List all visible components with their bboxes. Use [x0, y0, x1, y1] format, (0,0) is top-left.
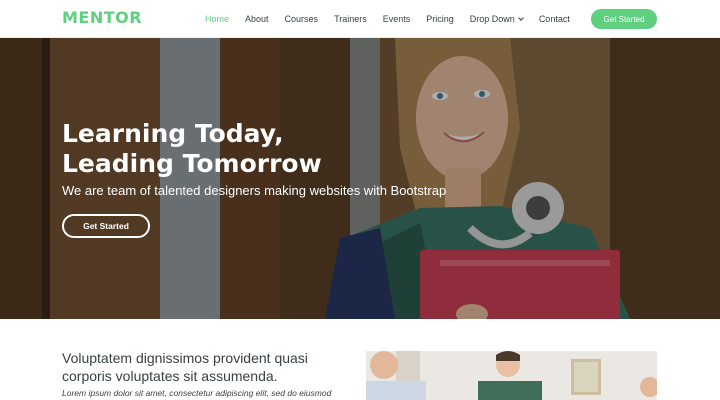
hero-section: Learning Today, Leading Tomorrow We are … — [0, 38, 720, 319]
hero-title-line-2: Leading Tomorrow — [62, 149, 322, 178]
nav-item-trainers[interactable]: Trainers — [334, 14, 367, 24]
nav-item-events[interactable]: Events — [383, 14, 411, 24]
about-image — [366, 351, 657, 400]
about-heading: Voluptatem dignissimos provident quasi c… — [62, 350, 308, 384]
nav-item-dropdown-label: Drop Down — [469, 14, 515, 24]
nav-item-courses[interactable]: Courses — [285, 14, 319, 24]
about-photo — [366, 351, 657, 400]
about-text: Lorem ipsum dolor sit amet, consectetur … — [62, 388, 332, 398]
hero-title: Learning Today, Leading Tomorrow — [62, 119, 362, 179]
nav-item-pricing[interactable]: Pricing — [426, 14, 454, 24]
nav-item-dropdown[interactable]: Drop Down — [469, 14, 524, 24]
nav-item-about[interactable]: About — [245, 14, 269, 24]
hero-title-line-1: Learning Today, — [62, 119, 284, 148]
main-nav: Home About Courses Trainers Events Prici… — [205, 0, 586, 38]
header-get-started-button[interactable]: Get Started — [591, 9, 657, 29]
site-logo[interactable]: MENTOR — [62, 8, 142, 27]
hero-subtitle: We are team of talented designers making… — [62, 183, 447, 198]
nav-item-contact[interactable]: Contact — [539, 14, 570, 24]
chevron-down-icon — [517, 14, 524, 21]
hero-get-started-button[interactable]: Get Started — [62, 214, 150, 238]
nav-item-home[interactable]: Home — [205, 14, 229, 24]
site-header: MENTOR Home About Courses Trainers Event… — [0, 0, 720, 38]
